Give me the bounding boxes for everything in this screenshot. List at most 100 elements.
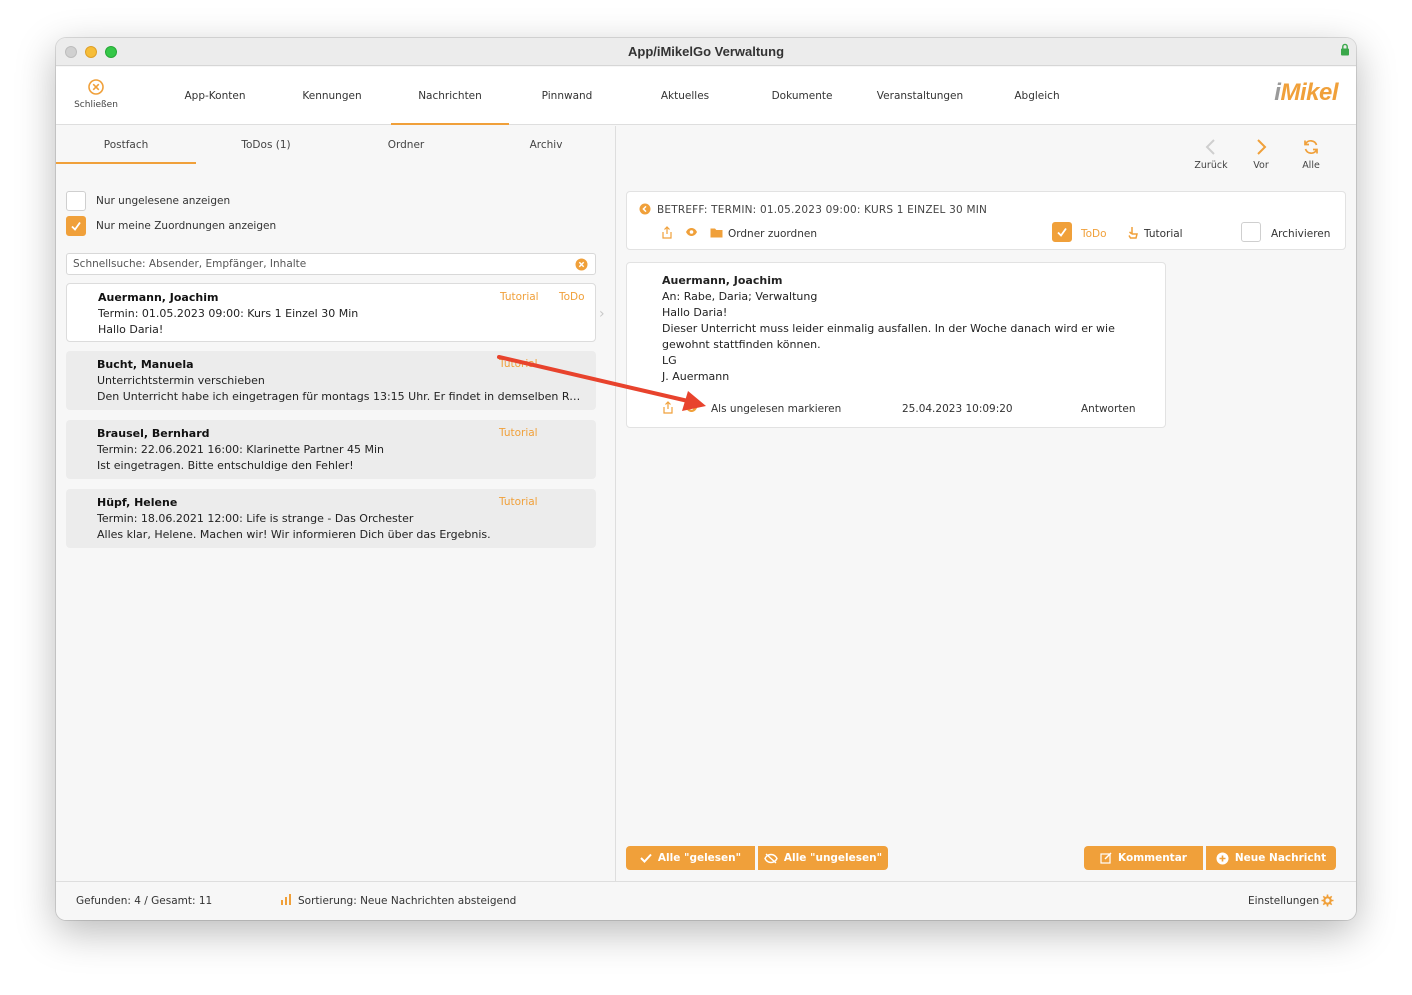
tab-veranstaltungen[interactable]: Veranstaltungen — [861, 67, 979, 125]
tutorial-button[interactable]: Tutorial — [1144, 228, 1183, 240]
filter-unread-label: Nur ungelesene anzeigen — [96, 195, 231, 207]
tag-tutorial: Tutorial — [499, 427, 538, 439]
detail-line: LG — [662, 354, 677, 367]
checkmark-icon — [1057, 227, 1067, 237]
tag-tutorial: Tutorial — [499, 358, 538, 370]
message-subject: Unterrichtstermin verschieben — [97, 374, 265, 387]
gear-icon[interactable] — [1321, 894, 1334, 910]
search-input[interactable]: Schnellsuche: Absender, Empfänger, Inhal… — [66, 253, 596, 275]
tab-kennungen[interactable]: Kennungen — [273, 67, 391, 125]
detail-line: gewohnt stattfinden können. — [662, 338, 821, 351]
tab-app-konten[interactable]: App-Konten — [156, 67, 274, 125]
sort-bars-icon[interactable] — [280, 893, 293, 908]
detail-line: Dieser Unterricht muss leider einmalig a… — [662, 322, 1115, 335]
eye-slash-icon — [764, 852, 778, 864]
share-icon[interactable] — [661, 226, 673, 242]
eye-slash-icon[interactable] — [685, 403, 698, 416]
chevron-right-icon[interactable]: › — [599, 306, 605, 322]
back-button[interactable]: Zurück — [1189, 138, 1233, 171]
result-count: Gefunden: 4 / Gesamt: 11 — [76, 895, 213, 907]
filter-mine-row[interactable]: Nur meine Zuordnungen anzeigen — [66, 215, 276, 237]
detail-sender: Auermann, Joachim — [662, 274, 783, 287]
message-item[interactable]: Brausel, Bernhard Termin: 22.06.2021 16:… — [66, 420, 596, 479]
search-placeholder: Schnellsuche: Absender, Empfänger, Inhal… — [73, 258, 307, 270]
subtab-archiv[interactable]: Archiv — [476, 126, 616, 164]
window-title: App/iMikelGo Verwaltung — [627, 44, 785, 59]
message-subject: Termin: 22.06.2021 16:00: Klarinette Par… — [97, 443, 384, 456]
message-detail-pane: Zurück Vor Alle BETREFF: TERMIN: 01.05.2… — [617, 126, 1356, 881]
tag-tutorial: Tutorial — [499, 496, 538, 508]
message-preview: Hallo Daria! — [98, 323, 164, 336]
main-toolbar: Schließen App-Konten Kennungen Nachricht… — [56, 67, 1356, 125]
chevron-right-icon — [1257, 139, 1267, 155]
settings-label[interactable]: Einstellungen — [1248, 895, 1319, 907]
refresh-icon — [1304, 140, 1318, 154]
message-timestamp: 25.04.2023 10:09:20 — [902, 403, 1013, 415]
clear-search-icon[interactable] — [575, 258, 588, 278]
archive-label[interactable]: Archivieren — [1271, 228, 1330, 240]
edit-icon — [1100, 852, 1112, 864]
filter-mine-checkbox[interactable] — [66, 216, 86, 236]
todo-label[interactable]: ToDo — [1081, 228, 1107, 240]
detail-recipients: An: Rabe, Daria; Verwaltung — [662, 290, 818, 303]
message-preview: Alles klar, Helene. Machen wir! Wir info… — [97, 528, 491, 541]
message-subject: Termin: 18.06.2021 12:00: Life is strang… — [97, 512, 414, 525]
back-circle-icon[interactable] — [639, 203, 651, 218]
tab-pinnwand[interactable]: Pinnwand — [508, 67, 626, 125]
message-preview: Ist eingetragen. Bitte entschuldige den … — [97, 459, 354, 472]
close-button[interactable]: Schließen — [68, 79, 124, 110]
tab-nachrichten[interactable]: Nachrichten — [391, 67, 509, 125]
next-label: Vor — [1253, 160, 1269, 171]
tag-tutorial: Tutorial — [500, 291, 539, 303]
checkmark-icon — [71, 221, 81, 231]
archive-checkbox[interactable] — [1241, 222, 1261, 245]
status-bar: Gefunden: 4 / Gesamt: 11 Sortierung: Neu… — [56, 881, 1356, 920]
mark-unread-button[interactable]: Als ungelesen markieren — [711, 403, 841, 415]
next-button[interactable]: Vor — [1239, 138, 1283, 171]
detail-line: J. Auermann — [662, 370, 730, 383]
message-item[interactable]: Auermann, Joachim Termin: 01.05.2023 09:… — [66, 283, 596, 342]
refresh-all-button[interactable]: Alle — [1289, 138, 1333, 171]
new-message-label: Neue Nachricht — [1234, 852, 1327, 864]
mark-all-read-button[interactable]: Alle "gelesen" — [626, 846, 755, 870]
eye-icon[interactable] — [685, 227, 698, 240]
subtab-postfach[interactable]: Postfach — [56, 126, 196, 164]
message-item[interactable]: Bucht, Manuela Unterrichtstermin verschi… — [66, 351, 596, 410]
subtab-todos[interactable]: ToDos (1) — [196, 126, 336, 164]
tab-dokumente[interactable]: Dokumente — [743, 67, 861, 125]
detail-line: Hallo Daria! — [662, 306, 728, 319]
close-label: Schließen — [74, 100, 118, 110]
mark-all-unread-label: Alle "ungelesen" — [783, 852, 883, 864]
assign-folder-button[interactable]: Ordner zuordnen — [728, 228, 817, 240]
share-icon[interactable] — [662, 401, 674, 417]
todo-checkbox[interactable] — [1052, 222, 1072, 242]
filter-unread-checkbox[interactable] — [66, 191, 86, 211]
mark-all-read-label: Alle "gelesen" — [657, 852, 742, 864]
folder-icon[interactable] — [710, 227, 723, 241]
comment-button[interactable]: Kommentar — [1084, 846, 1203, 870]
new-message-button[interactable]: Neue Nachricht — [1206, 846, 1336, 870]
mark-all-unread-button[interactable]: Alle "ungelesen" — [758, 846, 888, 870]
message-preview: Den Unterricht habe ich eingetragen für … — [97, 390, 587, 403]
close-circle-icon — [88, 79, 104, 98]
title-bar: App/iMikelGo Verwaltung — [56, 38, 1356, 66]
tutorial-hand-icon[interactable] — [1127, 226, 1139, 242]
imikel-logo: iMikel — [1274, 79, 1338, 106]
lock-icon — [1340, 43, 1350, 59]
subject-card: BETREFF: TERMIN: 01.05.2023 09:00: KURS … — [626, 191, 1346, 250]
filter-unread-row[interactable]: Nur ungelesene anzeigen — [66, 190, 230, 212]
chevron-left-icon — [1205, 139, 1215, 155]
filter-mine-label: Nur meine Zuordnungen anzeigen — [96, 220, 277, 232]
tab-abgleich[interactable]: Abgleich — [978, 67, 1096, 125]
reply-button[interactable]: Antworten — [1081, 403, 1136, 415]
sort-order[interactable]: Sortierung: Neue Nachrichten absteigend — [298, 895, 516, 907]
refresh-all-label: Alle — [1302, 160, 1320, 171]
checkmark-icon — [640, 853, 652, 863]
tab-aktuelles[interactable]: Aktuelles — [626, 67, 744, 125]
mailbox-pane: Postfach ToDos (1) Ordner Archiv Nur ung… — [56, 126, 616, 881]
message-subject: Termin: 01.05.2023 09:00: Kurs 1 Einzel … — [98, 307, 359, 320]
message-item[interactable]: Hüpf, Helene Termin: 18.06.2021 12:00: L… — [66, 489, 596, 548]
message-body-card: Auermann, Joachim An: Rabe, Daria; Verwa… — [626, 262, 1166, 428]
subtab-ordner[interactable]: Ordner — [336, 126, 476, 164]
app-window: App/iMikelGo Verwaltung Schließen App-Ko… — [56, 38, 1356, 920]
